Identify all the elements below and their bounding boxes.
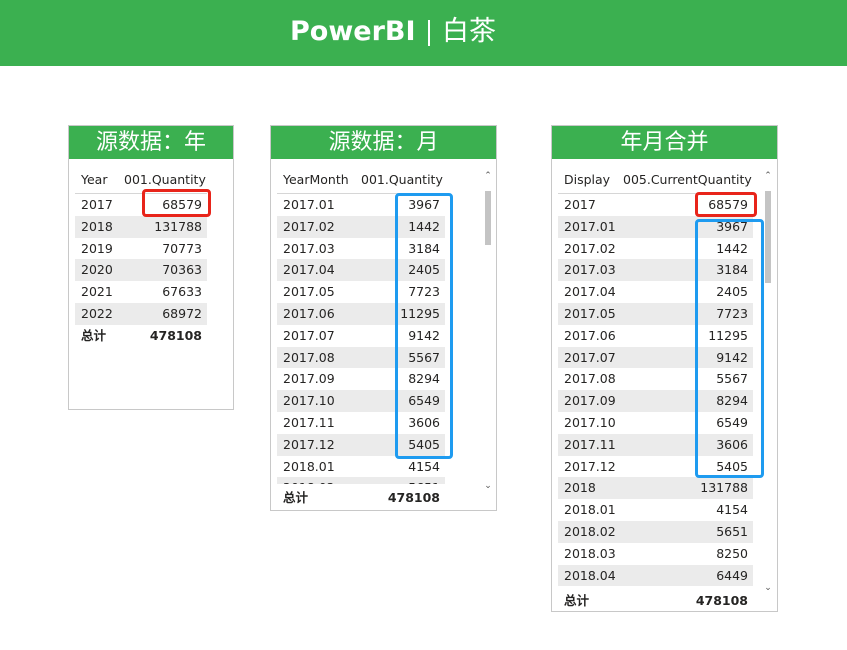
total-row: 总计 478108: [277, 488, 445, 508]
column-header-year[interactable]: Year: [81, 168, 107, 192]
row-label: 2018.01: [564, 502, 616, 518]
highlight-box-red: [695, 192, 757, 217]
visual-title: 源数据：年: [69, 126, 233, 159]
row-value: 67633: [162, 284, 202, 300]
row-label: 2017.10: [283, 393, 335, 409]
row-value: 6449: [716, 567, 748, 583]
row-label: 2017.06: [564, 327, 616, 343]
table-row[interactable]: 2018.04 6449: [558, 564, 753, 587]
row-label: 2017.05: [283, 284, 335, 300]
row-label: 2018.02: [564, 523, 616, 539]
scroll-up-icon[interactable]: ⌃: [763, 171, 773, 181]
row-label: 2019: [81, 240, 113, 256]
row-value: 5651: [408, 477, 440, 484]
row-label: 2017.08: [283, 349, 335, 365]
row-label: 2020: [81, 262, 113, 278]
row-value: 70363: [162, 262, 202, 278]
row-label: 2017.12: [283, 436, 335, 452]
table-row[interactable]: 2018 131788: [75, 215, 207, 238]
row-label: 2018: [81, 218, 113, 234]
visual-month-table[interactable]: 源数据：月 YearMonth 001.Quantity 2017.01 3967…: [270, 125, 497, 511]
total-label: 总计: [564, 593, 590, 608]
row-label: 2017.07: [564, 349, 616, 365]
header-banner: PowerBI 白茶: [0, 0, 847, 66]
row-label: 2018.01: [283, 458, 335, 474]
row-value: 8250: [716, 545, 748, 561]
row-label: 2017: [564, 197, 596, 212]
table-row[interactable]: 2018.01 4154: [558, 499, 753, 521]
row-label: 2018.02: [283, 477, 335, 484]
row-label: 2017.11: [283, 414, 335, 430]
row-label: 2021: [81, 284, 113, 300]
row-label: 2017.07: [283, 327, 335, 343]
table-row[interactable]: 2020 70363: [75, 259, 207, 282]
total-label: 总计: [81, 328, 107, 343]
row-label: 2017.05: [564, 305, 616, 321]
highlight-box-red: [142, 189, 211, 217]
row-value: 131788: [154, 218, 202, 234]
total-value: 478108: [149, 328, 202, 343]
row-label: 2017.09: [564, 393, 616, 409]
scroll-down-icon[interactable]: ⌄: [763, 583, 773, 593]
row-label: 2017.10: [564, 414, 616, 430]
row-label: 2017.02: [564, 240, 616, 256]
row-label: 2017.01: [283, 197, 335, 212]
table-row[interactable]: 2018.02 5651: [558, 520, 753, 543]
table-row[interactable]: 2022 68972: [75, 302, 207, 325]
row-label: 2018.03: [564, 545, 616, 561]
row-label: 2017.08: [564, 371, 616, 387]
highlight-box-blue: [395, 193, 453, 459]
scroll-up-icon[interactable]: ⌃: [483, 171, 493, 181]
visual-title: 年月合并: [552, 126, 777, 159]
table-row[interactable]: 2019 70773: [75, 238, 207, 260]
scroll-thumb[interactable]: [765, 191, 771, 283]
row-label: 2017.02: [283, 218, 335, 234]
header-title-en: PowerBI: [290, 16, 416, 47]
row-label: 2017.09: [283, 371, 335, 387]
row-label: 2017.12: [564, 458, 616, 474]
row-value: 5651: [716, 523, 748, 539]
total-row: 总计 478108: [75, 326, 207, 346]
table-row[interactable]: 2021 67633: [75, 281, 207, 303]
header-separator: [428, 20, 430, 46]
table-row[interactable]: 2018.02 5651: [277, 477, 445, 484]
row-value: 68972: [162, 305, 202, 321]
row-label: 2017.03: [564, 262, 616, 278]
row-label: 2017.01: [564, 218, 616, 234]
row-value: 70773: [162, 240, 202, 256]
column-header-yearmonth[interactable]: YearMonth: [283, 168, 349, 192]
row-label: 2017: [81, 197, 113, 212]
total-label: 总计: [283, 490, 309, 505]
table-row[interactable]: 2018.03 8250: [558, 543, 753, 565]
total-value: 478108: [695, 593, 748, 608]
row-label: 2022: [81, 305, 113, 321]
total-row: 总计 478108: [558, 591, 753, 611]
row-label: 2018: [564, 480, 596, 496]
column-header-display[interactable]: Display: [564, 168, 610, 192]
column-header-quantity[interactable]: 001.Quantity: [361, 168, 443, 192]
row-value: 4154: [716, 502, 748, 518]
visual-year-table[interactable]: 源数据：年 Year 001.Quantity 2017 68579 2018 131…: [68, 125, 234, 410]
scroll-down-icon[interactable]: ⌄: [483, 481, 493, 491]
row-label: 2017.04: [564, 284, 616, 300]
highlight-box-blue: [695, 219, 764, 478]
vertical-scrollbar[interactable]: ⌃ ⌄: [483, 171, 493, 491]
column-header-current-quantity[interactable]: 005.CurrentQuantity: [623, 168, 752, 192]
row-value: 131788: [700, 480, 748, 496]
visual-title: 源数据：月: [271, 126, 496, 159]
row-label: 2017.06: [283, 305, 335, 321]
scroll-thumb[interactable]: [485, 191, 491, 245]
row-label: 2017.11: [564, 436, 616, 452]
row-label: 2017.04: [283, 262, 335, 278]
table-row[interactable]: 2018 131788: [558, 477, 753, 500]
row-label: 2017.03: [283, 240, 335, 256]
vertical-scrollbar[interactable]: ⌃ ⌄: [763, 171, 773, 593]
visual-combined-table[interactable]: 年月合并 Display 005.CurrentQuantity 2017 685…: [551, 125, 778, 612]
row-label: 2018.04: [564, 567, 616, 583]
total-value: 478108: [387, 490, 440, 505]
header-title-cn: 白茶: [442, 16, 496, 47]
